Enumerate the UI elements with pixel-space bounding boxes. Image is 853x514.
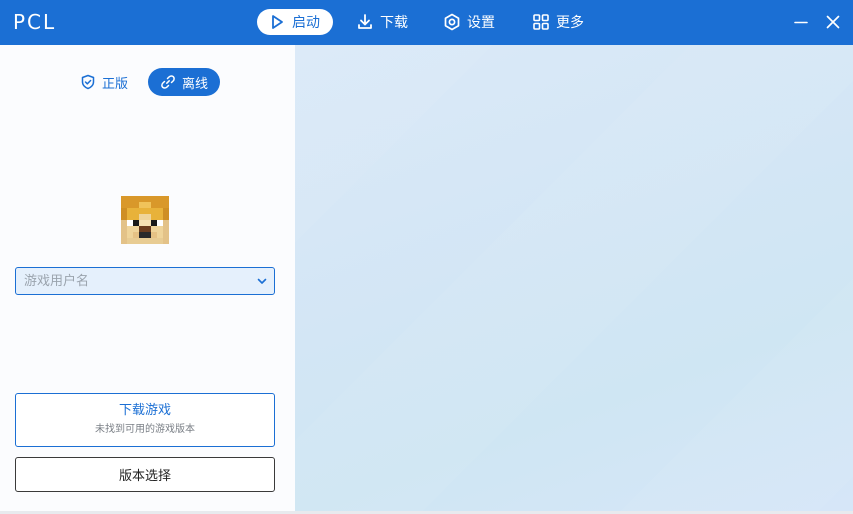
download-icon bbox=[358, 14, 372, 29]
close-icon bbox=[826, 15, 840, 29]
nav-download-label: 下载 bbox=[380, 15, 408, 31]
link-icon bbox=[161, 75, 175, 89]
offline-mode-label: 离线 bbox=[182, 76, 209, 92]
title-bar[interactable]: PCL 启动 下载 设置 更多 bbox=[0, 0, 853, 45]
chevron-down-icon bbox=[257, 278, 267, 284]
nav-launch-label: 启动 bbox=[292, 15, 320, 31]
gear-icon bbox=[444, 13, 460, 31]
nav-settings-label: 设置 bbox=[467, 15, 495, 31]
genuine-mode-button[interactable]: 正版 bbox=[68, 68, 140, 96]
play-icon bbox=[272, 15, 283, 29]
pcl-launcher-window: PCL 启动 下载 设置 更多 正版 离线 游戏用户名 下载游戏 未找到可用的游… bbox=[0, 0, 853, 514]
version-select-button[interactable]: 版本选择 bbox=[15, 457, 275, 492]
main-content-area bbox=[295, 45, 853, 511]
grid-icon bbox=[533, 14, 549, 30]
nav-download-tab[interactable]: 下载 bbox=[356, 9, 408, 35]
genuine-mode-label: 正版 bbox=[102, 76, 129, 92]
login-mode-switch: 正版 离线 bbox=[0, 68, 295, 96]
username-input[interactable] bbox=[16, 268, 250, 294]
minimize-button[interactable] bbox=[791, 12, 811, 32]
player-skin-avatar bbox=[121, 196, 169, 244]
username-combobox[interactable] bbox=[15, 267, 275, 295]
username-dropdown-toggle[interactable] bbox=[250, 268, 274, 294]
download-game-subtitle: 未找到可用的游戏版本 bbox=[95, 424, 195, 435]
shield-check-icon bbox=[81, 74, 95, 90]
nav-more-tab[interactable]: 更多 bbox=[532, 9, 584, 35]
nav-settings-tab[interactable]: 设置 bbox=[443, 9, 495, 35]
login-panel: 正版 离线 游戏用户名 下载游戏 未找到可用的游戏版本 版本选择 bbox=[0, 45, 295, 514]
offline-mode-button[interactable]: 离线 bbox=[148, 68, 221, 96]
nav-launch-tab[interactable]: 启动 bbox=[257, 9, 333, 35]
download-game-title: 下载游戏 bbox=[118, 403, 171, 418]
minimize-icon bbox=[794, 21, 808, 24]
app-title: PCL bbox=[13, 10, 57, 34]
close-button[interactable] bbox=[823, 12, 843, 32]
nav-more-label: 更多 bbox=[556, 15, 584, 31]
download-game-button[interactable]: 下载游戏 未找到可用的游戏版本 bbox=[15, 393, 275, 447]
